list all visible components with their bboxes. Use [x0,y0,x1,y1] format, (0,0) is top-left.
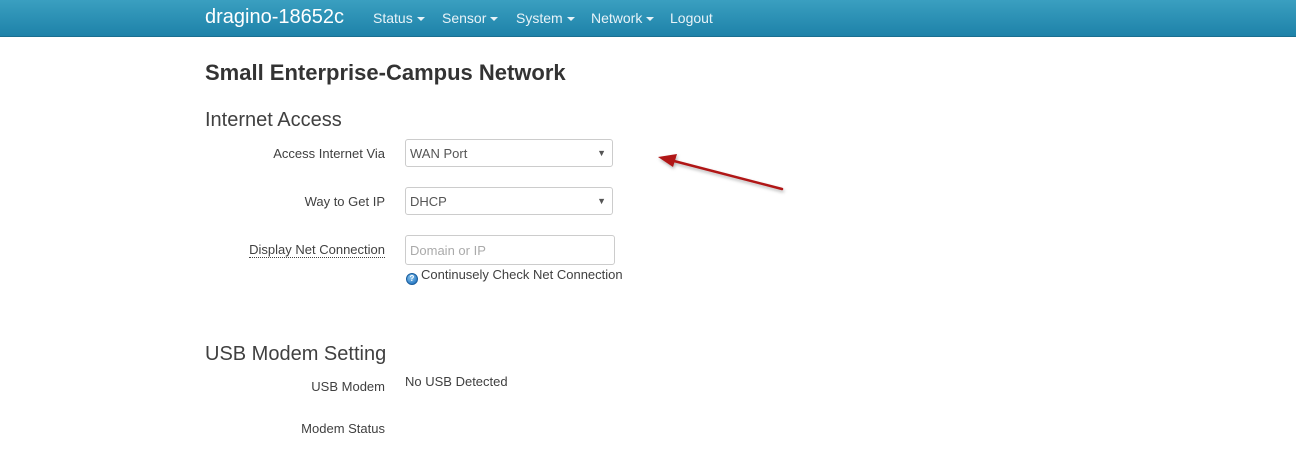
nav-status[interactable]: Status [373,10,425,26]
usb-modem-label: USB Modem [311,379,385,394]
section-title-internet-access: Internet Access [205,109,342,131]
access-internet-via-value: WAN Port [410,146,468,161]
way-to-get-ip-value: DHCP [410,194,447,209]
way-to-get-ip-select[interactable]: DHCP ▼ [405,187,613,215]
nav-logout-label: Logout [670,10,713,26]
net-connection-help: ? Continusely Check Net Connection [406,267,623,285]
nav-sensor-label: Sensor [442,10,487,26]
dropdown-arrow-icon: ▼ [597,148,606,158]
access-internet-via-select[interactable]: WAN Port ▼ [405,139,613,167]
usb-modem-value: No USB Detected [405,374,508,389]
chevron-down-icon [416,17,425,22]
brand-link[interactable]: dragino-18652c [205,5,344,29]
page-title: Small Enterprise-Campus Network [205,60,566,85]
chevron-down-icon [490,17,499,22]
dropdown-arrow-icon: ▼ [597,196,606,206]
section-title-usb-modem: USB Modem Setting [205,343,387,365]
modem-status-label: Modem Status [301,421,385,436]
display-net-connection-input[interactable] [405,235,615,265]
nav-sensor[interactable]: Sensor [442,10,499,26]
net-connection-help-text: Continusely Check Net Connection [421,267,623,282]
nav-logout[interactable]: Logout [670,10,713,26]
chevron-down-icon [566,17,575,22]
nav-network-label: Network [591,10,643,26]
chevron-down-icon [646,17,655,22]
display-net-connection-label: Display Net Connection [249,242,385,258]
top-navbar: dragino-18652c Status Sensor System Netw… [0,0,1296,37]
access-internet-via-label: Access Internet Via [273,146,385,161]
nav-network[interactable]: Network [591,10,655,26]
way-to-get-ip-label: Way to Get IP [304,194,385,209]
nav-system[interactable]: System [516,10,575,26]
help-icon: ? [406,273,418,285]
nav-status-label: Status [373,10,413,26]
nav-system-label: System [516,10,563,26]
red-arrow-icon [658,154,784,191]
